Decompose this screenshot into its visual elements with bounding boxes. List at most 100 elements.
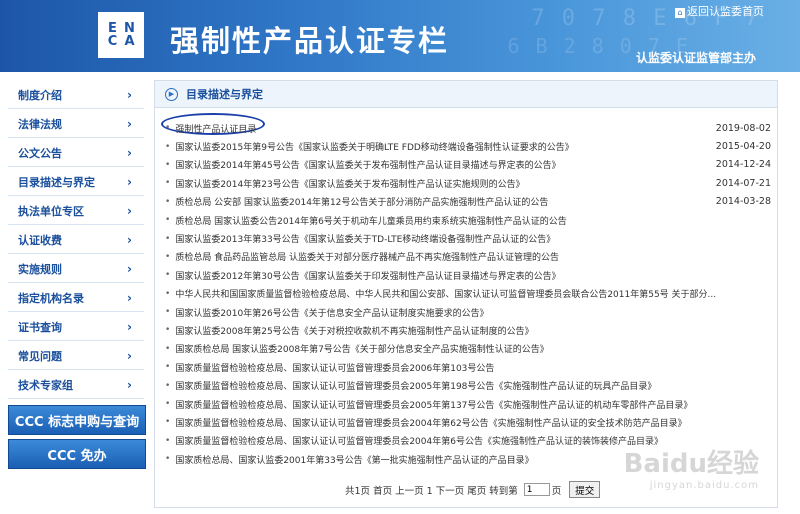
bullet-icon: • [165, 141, 171, 152]
cnca-logo[interactable]: E N C A [98, 12, 144, 58]
section-header: ▶ 目录描述与界定 [155, 81, 777, 108]
chevron-right-icon: › [127, 349, 132, 363]
announcement-list: • 强制性产品认证目录 2019-08-02 • 国家认监委2015年第9号公告《国家… [165, 119, 773, 468]
list-item[interactable]: • 质检总局 公安部 国家认监委2014年第12号公告关于部分消防产品实施强制性产… [165, 193, 773, 211]
list-item-link[interactable]: 质检总局 国家认监委公告2014年第6号关于机动车儿童乘员用约束系统实施强制性产… [175, 214, 567, 227]
list-item[interactable]: • 国家质检总局 国家认监委2008年第7号公告《关于部分信息安全产品实施强制性认… [165, 340, 773, 358]
list-item-link[interactable]: 国家认监委2008年第25号公告《关于对税控收款机不再实施强制性产品认证制度的公… [175, 324, 533, 337]
sidebar-item-system-intro[interactable]: 制度介绍 › [8, 82, 144, 109]
chevron-right-icon: › [127, 291, 132, 305]
logo-letters: E N C A [104, 22, 138, 48]
list-item-date: 2014-12-24 [715, 159, 771, 171]
list-item[interactable]: • 国家认监委2008年第25号公告《关于对税控收款机不再实施强制性产品认证制度的… [165, 321, 773, 339]
list-item[interactable]: • 国家质量监督检验检疫总局、国家认证认可监督管理委员会2005年第137号公告《… [165, 395, 773, 413]
list-item-link[interactable]: 国家质检总局 国家认监委2008年第7号公告《关于部分信息安全产品实施强制性认证… [175, 342, 549, 355]
list-item-link[interactable]: 国家质检总局、国家认监委2001年第33号公告《第一批实施强制性产品认证的产品目… [175, 453, 533, 466]
bullet-icon: • [165, 325, 171, 336]
bullet-icon: • [165, 343, 171, 354]
sidebar-item-label: 制度介绍 [18, 89, 62, 102]
watermark-sub: jingyan.baidu.com [649, 480, 759, 491]
sidebar-item-enforcement[interactable]: 执法单位专区 › [8, 198, 144, 225]
list-item[interactable]: • 质检总局 国家认监委公告2014年第6号关于机动车儿童乘员用约束系统实施强制性… [165, 211, 773, 229]
list-item-link[interactable]: 国家认监委2012年第30号公告《国家认监委关于印发强制性产品认证目录描述与界定… [175, 269, 560, 282]
submit-page-button[interactable]: 提交 [569, 481, 601, 498]
sidebar-nav: 制度介绍 › 法律法规 › 公文公告 › 目录描述与界定 › 执法单位专区 › … [8, 82, 146, 469]
list-item[interactable]: • 国家认监委2014年第23号公告《国家认监委关于发布强制性产品认证实施规则的公… [165, 174, 773, 192]
sidebar-item-label: 指定机构名录 [18, 292, 84, 305]
list-item[interactable]: • 国家质量监督检验检疫总局、国家认证认可监督管理委员会2006年第103号公告 [165, 358, 773, 376]
list-item-link[interactable]: 国家质量监督检验检疫总局、国家认证认可监督管理委员会2006年第103号公告 [175, 361, 494, 374]
list-item[interactable]: • 国家质量监督检验检疫总局、国家认证认可监督管理委员会2004年第62号公告《实… [165, 413, 773, 431]
bullet-icon: • [165, 123, 171, 134]
list-item[interactable]: • 国家质量监督检验检疫总局、国家认证认可监督管理委员会2005年第198号公告《… [165, 376, 773, 394]
play-circle-icon: ▶ [165, 87, 178, 101]
bullet-icon: • [165, 454, 171, 465]
sidebar-item-label: 执法单位专区 [18, 205, 84, 218]
sidebar-item-catalog[interactable]: 目录描述与界定 › [8, 169, 144, 196]
logo-letter: C [107, 34, 118, 49]
sidebar-item-label: 常见问题 [18, 350, 62, 363]
chevron-right-icon: › [127, 88, 132, 102]
list-item-link[interactable]: 强制性产品认证目录 [175, 122, 256, 135]
return-home-link[interactable]: ⌂ 返回认监委首页 [675, 3, 764, 19]
list-item-link[interactable]: 国家质量监督检验检疫总局、国家认证认可监督管理委员会2005年第198号公告《实… [175, 379, 656, 392]
ccc-mark-query-button[interactable]: CCC 标志申购与查询 [8, 405, 146, 435]
watermark-main: Baidu经验 [623, 449, 759, 479]
chevron-right-icon: › [127, 320, 132, 334]
list-item[interactable]: • 国家认监委2012年第30号公告《国家认监委关于印发强制性产品认证目录描述与界… [165, 266, 773, 284]
bullet-icon: • [165, 159, 171, 170]
page-title: 强制性产品认证专栏 [170, 24, 450, 58]
sidebar-item-announcements[interactable]: 公文公告 › [8, 140, 144, 167]
bullet-icon: • [165, 270, 171, 281]
sidebar-item-label: 技术专家组 [18, 379, 73, 392]
chevron-right-icon: › [127, 204, 132, 218]
list-item-link[interactable]: 质检总局 食品药品监管总局 认监委关于对部分医疗器械产品不再实施强制性产品认证管… [175, 250, 559, 263]
ccc-exemption-button[interactable]: CCC 免办 [8, 439, 146, 469]
list-item-link[interactable]: 国家认监委2015年第9号公告《国家认监委关于明确LTE FDD移动终端设备强制… [175, 140, 574, 153]
bullet-icon: • [165, 307, 171, 318]
sidebar-item-faq[interactable]: 常见问题 › [8, 343, 144, 370]
sidebar-item-label: 实施规则 [18, 263, 62, 276]
sidebar-item-institutions[interactable]: 指定机构名录 › [8, 285, 144, 312]
list-item-link[interactable]: 国家认监委2014年第45号公告《国家认监委关于发布强制性产品认证目录描述与界定… [175, 158, 560, 171]
page-number-input[interactable] [523, 483, 550, 496]
list-item-link[interactable]: 国家认监委2013年第33号公告《国家认监委关于TD-LTE移动终端设备强制性产… [175, 232, 555, 245]
content-panel: ▶ 目录描述与界定 • 强制性产品认证目录 2019-08-02 • 国家认监委201… [154, 80, 778, 508]
list-item[interactable]: • 中华人民共和国国家质量监督检验检疫总局、中华人民共和国公安部、国家认证认可监督… [165, 285, 773, 303]
list-item-link[interactable]: 国家认监委2014年第23号公告《国家认监委关于发布强制性产品认证实施规则的公告… [175, 177, 524, 190]
chevron-right-icon: › [127, 262, 132, 276]
sidebar-item-label: 法律法规 [18, 118, 62, 131]
list-item-link[interactable]: 国家质量监督检验检疫总局、国家认证认可监督管理委员会2004年第62号公告《实施… [175, 416, 686, 429]
baidu-watermark: Baidu经验 jingyan.baidu.com [624, 443, 759, 491]
sidebar-item-experts[interactable]: 技术专家组 › [8, 372, 144, 399]
list-item[interactable]: • 强制性产品认证目录 2019-08-02 [165, 119, 773, 137]
site-subtitle: 认监委认证监管部主办 [635, 51, 756, 65]
pagination-summary[interactable]: 共1页 首页 上一页 1 下一页 尾页 转到第 [345, 483, 518, 497]
return-home-label: 返回认监委首页 [687, 5, 764, 18]
page-suffix: 页 [551, 485, 562, 497]
sidebar-item-rules[interactable]: 实施规则 › [8, 256, 144, 283]
list-item-link[interactable]: 国家质量监督检验检疫总局、国家认证认可监督管理委员会2005年第137号公告《实… [175, 398, 692, 411]
list-item-date: 2015-04-20 [715, 141, 771, 153]
list-item[interactable]: • 国家认监委2010年第26号公告《关于信息安全产品认证制度实施要求的公告》 [165, 303, 773, 321]
bullet-icon: • [165, 380, 171, 391]
bullet-icon: • [165, 362, 171, 373]
bullet-icon: • [165, 435, 171, 446]
chevron-right-icon: › [127, 378, 132, 392]
sidebar-item-label: 认证收费 [18, 234, 62, 247]
bullet-icon: • [165, 215, 171, 226]
sidebar-item-certificate-query[interactable]: 证书查询 › [8, 314, 144, 341]
list-item-link[interactable]: 国家质量监督检验检疫总局、国家认证认可监督管理委员会2004年第6号公告《实施强… [175, 434, 663, 447]
chevron-right-icon: › [127, 175, 132, 189]
list-item-link[interactable]: 国家认监委2010年第26号公告《关于信息安全产品认证制度实施要求的公告》 [175, 306, 488, 319]
chevron-right-icon: › [127, 233, 132, 247]
list-item[interactable]: • 质检总局 食品药品监管总局 认监委关于对部分医疗器械产品不再实施强制性产品认证… [165, 248, 773, 266]
list-item[interactable]: • 国家认监委2014年第45号公告《国家认监委关于发布强制性产品认证目录描述与界… [165, 156, 773, 174]
sidebar-item-fees[interactable]: 认证收费 › [8, 227, 144, 254]
list-item-link[interactable]: 质检总局 公安部 国家认监委2014年第12号公告关于部分消防产品实施强制性产品… [175, 195, 548, 208]
list-item-link[interactable]: 中华人民共和国国家质量监督检验检疫总局、中华人民共和国公安部、国家认证认可监督管… [175, 287, 716, 300]
list-item[interactable]: • 国家认监委2015年第9号公告《国家认监委关于明确LTE FDD移动终端设备强… [165, 137, 773, 155]
logo-letter: A [124, 34, 135, 49]
list-item[interactable]: • 国家认监委2013年第33号公告《国家认监委关于TD-LTE移动终端设备强制性… [165, 229, 773, 247]
sidebar-item-laws[interactable]: 法律法规 › [8, 111, 144, 138]
